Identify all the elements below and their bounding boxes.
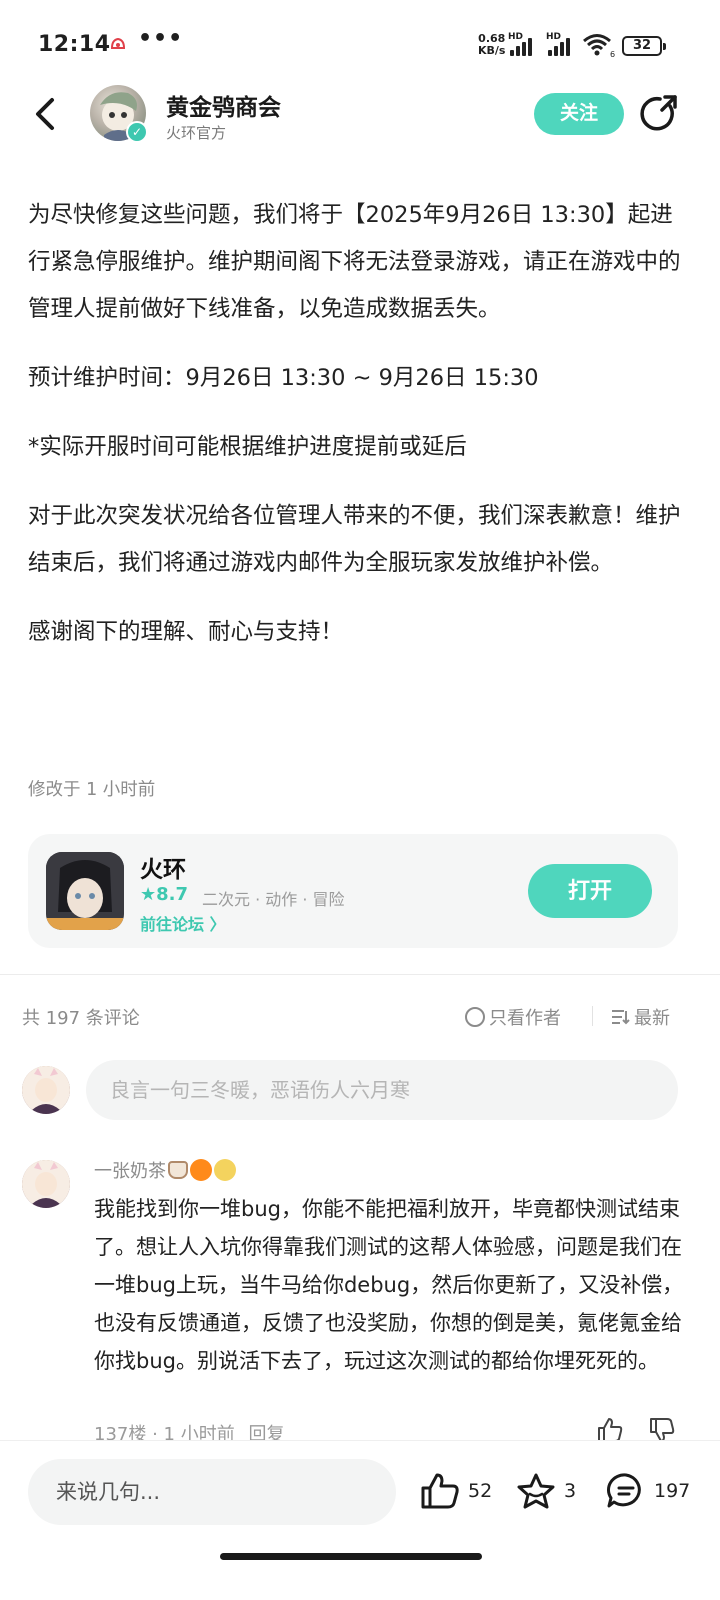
game-rating: ★8.7 bbox=[140, 884, 189, 905]
account-name[interactable]: 黄金鸮商会 bbox=[166, 88, 281, 122]
game-card[interactable]: 火环 ★8.7 二次元 · 动作 · 冒险 前往论坛 〉 打开 bbox=[28, 834, 678, 948]
back-arrow-icon[interactable] bbox=[28, 94, 64, 134]
sort-label: 最新 bbox=[634, 1008, 670, 1029]
comment-button[interactable]: 197 bbox=[606, 1471, 690, 1511]
follow-button[interactable]: 关注 bbox=[534, 93, 624, 135]
status-time: 12:14 bbox=[38, 32, 111, 57]
sort-latest-button[interactable]: 最新 bbox=[610, 1004, 670, 1030]
home-indicator[interactable] bbox=[220, 1553, 482, 1560]
signal-icon-2: HD bbox=[546, 32, 580, 56]
thumbs-up-icon bbox=[421, 1473, 459, 1509]
article-paragraph: 预计维护时间：9月26日 13:30 ~ 9月26日 15:30 bbox=[28, 365, 539, 391]
sort-icon bbox=[612, 1010, 630, 1025]
network-speed-unit: KB/s bbox=[478, 44, 506, 57]
star-count: 3 bbox=[564, 1480, 577, 1502]
section-divider bbox=[0, 974, 720, 975]
article-paragraph: *实际开服时间可能根据维护进度提前或延后 bbox=[28, 434, 467, 460]
star-icon bbox=[517, 1473, 555, 1509]
coffee-emoji-icon bbox=[168, 1161, 188, 1179]
account-avatar[interactable]: ✓ bbox=[90, 85, 148, 143]
character-emoji-icon bbox=[214, 1159, 236, 1181]
favorite-button[interactable]: 3 bbox=[516, 1471, 576, 1511]
game-tags: 二次元 · 动作 · 冒险 bbox=[202, 890, 345, 909]
article-paragraph: 感谢阁下的理解、耐心与支持！ bbox=[28, 619, 344, 645]
sort-separator bbox=[592, 1006, 593, 1026]
article-paragraph: 对于此次突发状况给各位管理人带来的不便，我们深表歉意！维护结束后，我们将通过游戏… bbox=[28, 503, 681, 576]
signal-icon: HD bbox=[508, 32, 542, 56]
commenter-avatar[interactable] bbox=[22, 1160, 70, 1208]
comment-text: 我能找到你一堆bug，你能不能把福利放开，毕竟都快测试结束了。想让人入坑你得靠我… bbox=[94, 1197, 684, 1373]
commenter-name[interactable]: 一张奶茶 bbox=[94, 1157, 236, 1183]
status-more-icon: ••• bbox=[138, 26, 184, 51]
game-name: 火环 bbox=[140, 857, 186, 883]
wifi-icon: 6 bbox=[583, 34, 615, 58]
forum-link[interactable]: 前往论坛 〉 bbox=[140, 911, 226, 935]
pumpkin-emoji-icon bbox=[190, 1159, 212, 1181]
only-author-toggle[interactable]: 只看作者 bbox=[465, 1004, 561, 1030]
comment-count: 共 197 条评论 bbox=[22, 1008, 140, 1029]
comment-bubble-icon bbox=[607, 1473, 641, 1508]
like-button[interactable]: 52 bbox=[420, 1471, 492, 1511]
verified-badge-icon: ✓ bbox=[126, 121, 148, 143]
top-app-bar: ✓ 黄金鸮商会 火环官方 关注 bbox=[0, 76, 720, 154]
commenter-name-text: 一张奶茶 bbox=[94, 1161, 166, 1182]
battery-icon: 32 bbox=[622, 36, 666, 56]
like-count: 52 bbox=[468, 1480, 493, 1502]
notification-icon bbox=[110, 37, 126, 49]
bottom-action-bar: 来说几句... 52 3 197 bbox=[0, 1440, 720, 1600]
comment-input[interactable]: 良言一句三冬暖，恶语伤人六月寒 bbox=[86, 1060, 678, 1120]
game-icon bbox=[46, 852, 124, 930]
article-paragraph: 为尽快修复这些问题，我们将于【2025年9月26日 13:30】起进行紧急停服维… bbox=[28, 202, 681, 322]
share-icon[interactable] bbox=[640, 94, 680, 134]
only-author-label: 只看作者 bbox=[489, 1008, 561, 1029]
edited-timestamp: 修改于 1 小时前 bbox=[28, 780, 156, 800]
radio-icon bbox=[465, 1007, 485, 1027]
say-something-input[interactable]: 来说几句... bbox=[28, 1459, 396, 1525]
my-avatar bbox=[22, 1066, 70, 1114]
comment-count-bottom: 197 bbox=[654, 1480, 691, 1502]
article-body: 游戏体验。对此我们深感抱歉。 为尽快修复这些问题，我们将于【2025年9月26日… bbox=[28, 140, 692, 656]
account-subtitle: 火环官方 bbox=[166, 124, 227, 142]
svg-text:6: 6 bbox=[610, 50, 615, 58]
open-game-button[interactable]: 打开 bbox=[528, 864, 652, 918]
network-speed: 0.68 KB/s bbox=[478, 33, 505, 57]
